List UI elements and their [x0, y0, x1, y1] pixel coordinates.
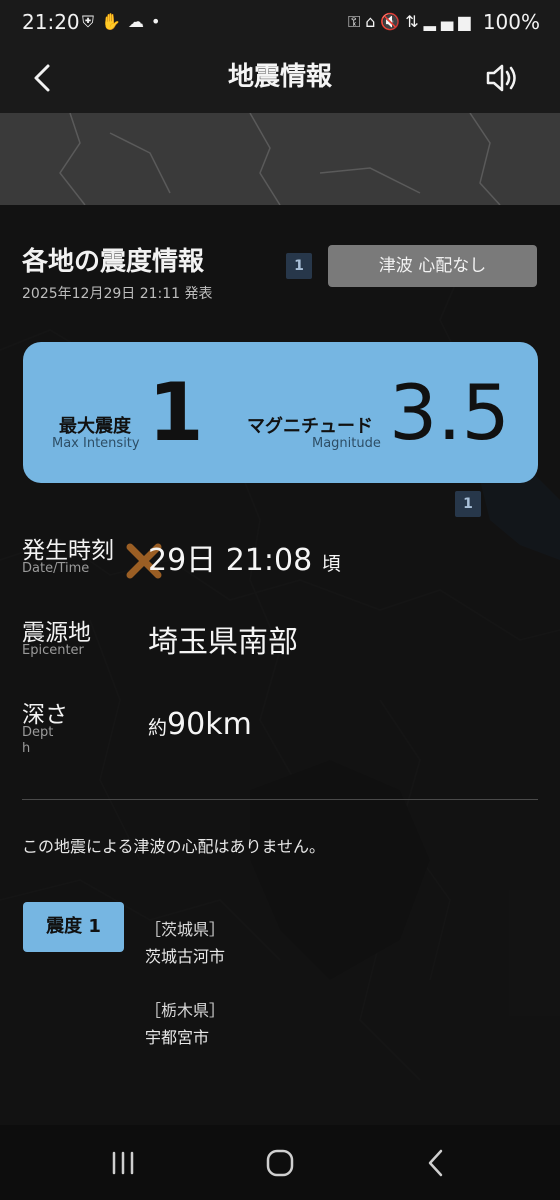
depth-text: 90km: [167, 707, 252, 742]
prefecture-label: ［茨城県］: [145, 920, 226, 939]
home-nav-icon[interactable]: [260, 1143, 300, 1183]
datetime-sub: Date/Time: [22, 561, 90, 576]
epicenter-label: 震源地: [22, 620, 91, 646]
cloud-icon: ☁: [127, 12, 151, 31]
map-area[interactable]: [0, 113, 560, 205]
datetime-text: 29日 21:08: [148, 543, 313, 578]
city-label: 茨城古河市: [145, 947, 226, 966]
tsunami-status-chip: 津波 心配なし: [328, 245, 537, 287]
earthquake-info-panel: 各地の震度情報 2025年12月29日 21:11 発表 1 津波 心配なし 最…: [0, 205, 560, 1125]
datetime-label: 発生時刻: [22, 538, 114, 564]
page-title: 地震情報: [227, 62, 332, 92]
depth-sub-line1: Dept: [22, 725, 54, 740]
dot-icon: •: [150, 12, 168, 31]
max-intensity-sub: Max Intensity: [52, 436, 140, 451]
map-intensity-marker: 1: [455, 491, 481, 517]
magnitude-value: 3.5: [389, 368, 510, 457]
map-intensity-marker: 1: [286, 253, 312, 279]
epicenter-sub: Epicenter: [22, 643, 84, 658]
status-time: 21:20: [22, 10, 80, 34]
summary-card: 最大震度 Max Intensity 1 マグニチュード Magnitude 3…: [23, 342, 538, 483]
speaker-icon: [486, 64, 516, 92]
depth-value: 約90km: [148, 707, 252, 742]
app-bar: 地震情報: [0, 46, 560, 113]
epicenter-value: 埼玉県南部: [148, 625, 298, 660]
depth-sub-line2: h: [22, 741, 31, 756]
hand-icon: ✋: [101, 12, 128, 31]
max-intensity-value: 1: [148, 366, 204, 459]
issued-time: 2025年12月29日 21:11 発表: [22, 286, 213, 302]
4g-icon: ⇅: [405, 12, 424, 31]
mute-icon: 🔇: [380, 12, 406, 31]
sound-button[interactable]: [482, 58, 522, 98]
key-icon: ⚿: [348, 12, 366, 31]
magnitude-label: マグニチュード: [247, 416, 373, 437]
section-title: 各地の震度情報: [22, 247, 205, 277]
depth-prefix: 約: [148, 717, 168, 739]
magnitude-sub: Magnitude: [312, 436, 381, 451]
recent-apps-icon[interactable]: [103, 1143, 143, 1183]
status-left-icons: ⛨✋☁•: [82, 12, 167, 32]
back-nav-icon[interactable]: [416, 1143, 456, 1183]
shield-icon: ⛨: [82, 12, 102, 31]
city-label: 宇都宮市: [145, 1028, 210, 1047]
intensity-badge: 震度 1: [23, 902, 124, 952]
datetime-value: 29日 21:08 頃: [148, 535, 341, 579]
signal-icon: ▂▄▆: [423, 12, 476, 31]
max-intensity-label: 最大震度: [59, 416, 131, 437]
prefecture-label: ［栃木県］: [145, 1001, 226, 1020]
battery-level: 100%: [482, 10, 540, 34]
depth-sub: Dept h: [22, 725, 53, 757]
depth-label: 深さ: [22, 702, 68, 728]
system-nav-bar: [0, 1125, 560, 1200]
tsunami-notice: この地震による津波の心配はありません。: [22, 837, 326, 856]
status-right-icons: ⚿⌂🔇⇅▂▄▆: [348, 12, 476, 32]
status-bar: 21:20 ⛨✋☁• ⚿⌂🔇⇅▂▄▆ 100%: [0, 0, 560, 46]
divider: [22, 799, 538, 800]
datetime-suffix: 頃: [321, 553, 341, 575]
home-icon: ⌂: [365, 12, 381, 31]
